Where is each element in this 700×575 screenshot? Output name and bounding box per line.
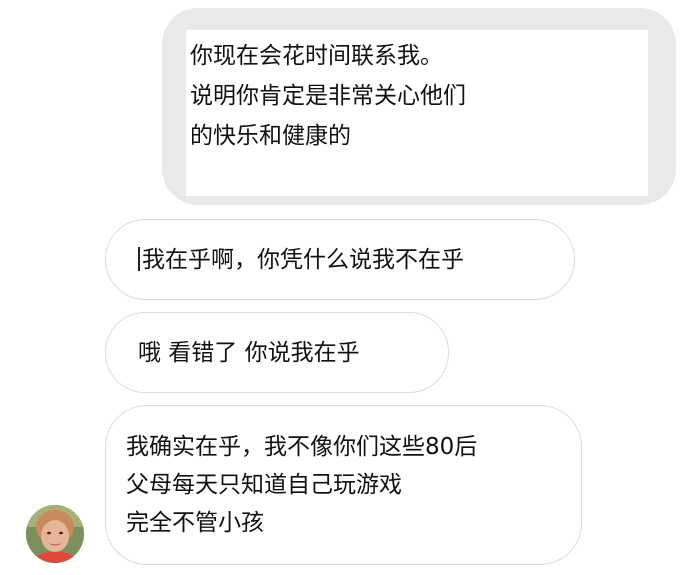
- outgoing-message-line-3: 的快乐和健康的: [190, 123, 351, 149]
- avatar-photo-icon: [26, 505, 84, 563]
- outgoing-message-content: 你现在会花时间联系我。 说明你肯定是非常关心他们 的快乐和健康的: [186, 30, 648, 196]
- incoming-message-3-line-1: 我确实在乎，我不像你们这些80后: [126, 434, 478, 460]
- text-cursor-icon: [138, 247, 140, 271]
- outgoing-message-bubble[interactable]: 你现在会花时间联系我。 说明你肯定是非常关心他们 的快乐和健康的: [162, 8, 676, 205]
- incoming-message-3-line-3: 完全不管小孩: [126, 510, 264, 536]
- incoming-message-text-1: 我在乎啊，你凭什么说我不在乎: [138, 242, 464, 278]
- incoming-message-bubble-2[interactable]: 哦 看错了 你说我在乎: [105, 312, 449, 393]
- outgoing-message-line-1: 你现在会花时间联系我。: [190, 43, 443, 69]
- incoming-message-bubble-1[interactable]: 我在乎啊，你凭什么说我不在乎: [105, 219, 575, 300]
- incoming-message-3-line-2: 父母每天只知道自己玩游戏: [126, 472, 402, 498]
- contact-avatar[interactable]: [26, 505, 84, 563]
- incoming-message-text-1-content: 我在乎啊，你凭什么说我不在乎: [142, 247, 464, 273]
- outgoing-message-line-2: 说明你肯定是非常关心他们: [190, 83, 466, 109]
- incoming-message-text-2: 哦 看错了 你说我在乎: [138, 340, 360, 366]
- incoming-message-bubble-3[interactable]: 我确实在乎，我不像你们这些80后 父母每天只知道自己玩游戏 完全不管小孩: [105, 405, 582, 565]
- incoming-message-text-3: 我确实在乎，我不像你们这些80后 父母每天只知道自己玩游戏 完全不管小孩: [126, 428, 477, 542]
